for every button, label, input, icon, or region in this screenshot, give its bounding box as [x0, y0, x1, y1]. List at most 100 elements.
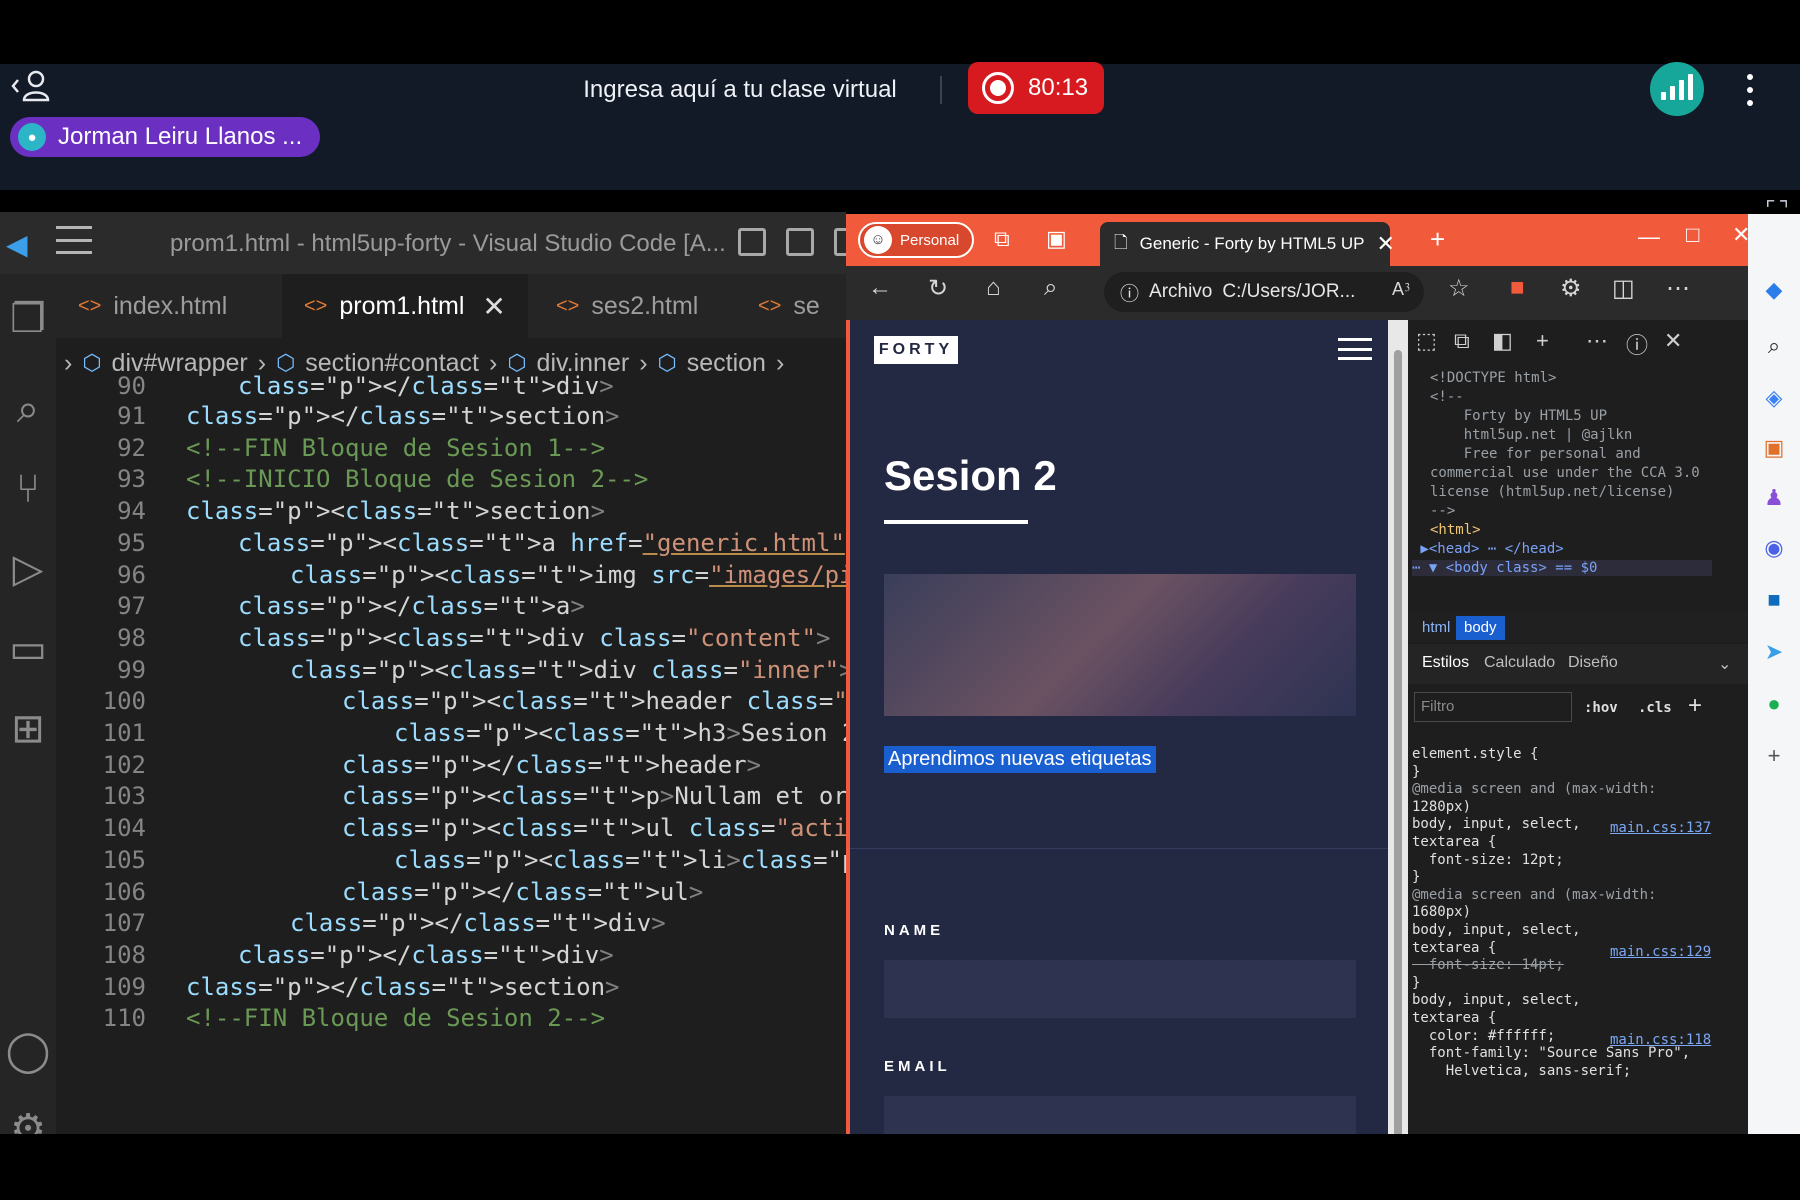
browser-tab-active[interactable]: 🗋 Generic - Forty by HTML5 UP ✕ [1100, 222, 1395, 266]
css-rule-line[interactable]: 1280px) [1412, 799, 1471, 815]
css-rule-line[interactable]: } [1412, 764, 1420, 780]
more-options-icon[interactable]: ⋯ [1666, 274, 1690, 303]
site-logo[interactable]: FORTY [874, 336, 958, 364]
class-title[interactable]: Ingresa aquí a tu clase virtual [560, 70, 920, 110]
tab-actions-icon[interactable]: ▣ [1046, 226, 1067, 252]
profile-button[interactable]: ☺ Personal [858, 222, 974, 258]
favorite-star-icon[interactable]: ☆ [1448, 274, 1470, 303]
chevron-down-icon[interactable]: ⌄ [1718, 654, 1731, 674]
tab-overflow[interactable]: <> se [736, 274, 842, 338]
account-icon[interactable]: ◯ [0, 1026, 56, 1076]
add-sidebar-icon[interactable]: + [1760, 742, 1788, 770]
read-aloud-icon[interactable]: A⁳ [1392, 278, 1410, 301]
dom-line[interactable]: Forty by HTML5 UP [1430, 408, 1607, 424]
css-rule-line[interactable]: font-size: 12pt; [1412, 852, 1564, 868]
toggle-sidebar-icon[interactable] [738, 228, 766, 256]
extension-icon[interactable]: ■ [1510, 274, 1525, 302]
dom-line[interactable]: license (html5up.net/license) [1430, 484, 1674, 500]
copilot-icon[interactable]: ◆ [1760, 276, 1788, 304]
help-icon[interactable]: ⓘ [1626, 328, 1648, 360]
search-icon[interactable]: ⌕ [0, 384, 56, 434]
games-icon[interactable]: ♟ [1760, 484, 1788, 512]
email-field[interactable] [884, 1096, 1356, 1134]
tab-calculado[interactable]: Calculado [1484, 654, 1555, 672]
add-tool-icon[interactable]: + [1536, 328, 1549, 354]
tools-icon[interactable]: ▣ [1760, 434, 1788, 462]
dom-line[interactable]: html5up.net | @ajlkn [1430, 427, 1633, 443]
send-icon[interactable]: ➤ [1760, 638, 1788, 666]
css-rule-line[interactable]: element.style { [1412, 746, 1538, 762]
menu-icon[interactable] [1338, 338, 1372, 360]
tab-prom1-html[interactable]: <> prom1.html ✕ [282, 274, 528, 338]
toggle-secondary-sidebar-icon[interactable] [834, 228, 846, 256]
device-toolbar-icon[interactable]: ⧉ [1454, 328, 1470, 354]
css-rule-line[interactable]: font-family: "Source Sans Pro", [1412, 1045, 1690, 1061]
css-rule-line[interactable]: } [1412, 869, 1420, 885]
new-rule-icon[interactable]: + [1688, 692, 1702, 720]
more-options-icon[interactable] [1740, 70, 1760, 110]
outlook-icon[interactable]: ■ [1760, 586, 1788, 614]
split-screen-icon[interactable]: ◫ [1612, 274, 1635, 303]
dom-line[interactable]: ⋯ ▼ <body class> == $0 [1412, 560, 1712, 576]
dom-line[interactable]: --> [1430, 503, 1455, 519]
tab-diseno[interactable]: Diseño [1568, 654, 1618, 672]
css-link[interactable]: main.css:129 [1610, 944, 1711, 960]
css-rule-line[interactable]: body, input, select, [1412, 992, 1581, 1008]
dom-line[interactable]: ▶<head> ⋯ </head> [1412, 541, 1563, 557]
close-tab-icon[interactable]: ✕ [482, 290, 505, 323]
close-devtools-icon[interactable]: ✕ [1664, 328, 1682, 354]
home-icon[interactable]: ⌂ [986, 274, 1001, 302]
css-rule-line[interactable]: @media screen and (max-width: [1412, 887, 1656, 903]
css-rule-line[interactable]: color: #ffffff; [1412, 1028, 1555, 1044]
remote-explorer-icon[interactable]: ▭ [0, 624, 56, 674]
source-control-icon[interactable]: ⑂ [0, 464, 56, 514]
page-scrollbar[interactable] [1388, 320, 1408, 1134]
cls-toggle[interactable]: .cls [1638, 700, 1672, 716]
more-tools-icon[interactable]: ⋯ [1586, 328, 1608, 354]
css-rule-line[interactable]: textarea { [1412, 1010, 1496, 1026]
css-rule-line[interactable]: textarea { [1412, 834, 1496, 850]
css-rule-line[interactable]: body, input, select, [1412, 922, 1581, 938]
dom-line[interactable]: <html> [1430, 522, 1481, 538]
code-editor[interactable]: 90 class="p"></class="t">div> 91 class="p">… [56, 372, 846, 1134]
css-rule-line[interactable]: Helvetica, sans-serif; [1412, 1063, 1631, 1079]
dock-icon[interactable]: ◧ [1492, 328, 1513, 354]
menu-icon[interactable] [56, 226, 92, 254]
css-rule-line[interactable]: 1680px) [1412, 904, 1471, 920]
address-bar[interactable]: ⓘ Archivo C:/Users/JOR... [1104, 272, 1424, 312]
css-link[interactable]: main.css:137 [1610, 820, 1711, 836]
refresh-icon[interactable]: ↻ [928, 274, 948, 303]
inspect-element-icon[interactable]: ⬚ [1416, 328, 1437, 354]
css-rule-line[interactable]: } [1412, 975, 1420, 991]
participants-icon[interactable] [10, 68, 54, 108]
run-debug-icon[interactable]: ▷ [0, 544, 56, 594]
workspaces-icon[interactable]: ⧉ [994, 226, 1010, 252]
scrollbar-thumb[interactable] [1394, 350, 1402, 1134]
css-rule-line[interactable]: textarea { [1412, 940, 1496, 956]
microsoft365-icon[interactable]: ◉ [1760, 534, 1788, 562]
dom-line[interactable]: commercial use under the CCA 3.0 [1430, 465, 1700, 481]
crumb-html[interactable]: html [1414, 616, 1458, 640]
back-icon[interactable]: ← [868, 274, 892, 302]
filter-input[interactable]: Filtro [1414, 692, 1572, 722]
extensions-icon[interactable]: ⊞ [0, 704, 56, 754]
crumb-body[interactable]: body [1456, 616, 1505, 640]
css-rule-line[interactable]: font-size: 14pt; [1412, 957, 1564, 973]
explorer-icon[interactable]: ❐ [0, 294, 56, 344]
toggle-panel-icon[interactable] [786, 228, 814, 256]
signal-strength-icon[interactable] [1650, 62, 1704, 116]
tab-ses2-html[interactable]: <> ses2.html [534, 274, 720, 338]
close-tab-icon[interactable]: ✕ [1377, 231, 1395, 257]
minimize-icon[interactable]: — [1638, 224, 1660, 250]
css-rule-line[interactable]: @media screen and (max-width: [1412, 781, 1656, 797]
tag-icon[interactable]: ◈ [1760, 384, 1788, 412]
name-field[interactable] [884, 960, 1356, 1018]
maximize-icon[interactable]: □ [1686, 222, 1699, 248]
recording-button[interactable]: 80:13 [968, 62, 1104, 114]
tab-index-html[interactable]: <> index.html [56, 274, 249, 338]
search-icon[interactable]: ⌕ [1760, 332, 1788, 360]
new-tab-icon[interactable]: + [1430, 224, 1445, 255]
extensions-puzzle-icon[interactable]: ⚙ [1560, 274, 1582, 303]
spotify-icon[interactable]: ● [1760, 690, 1788, 718]
settings-gear-icon[interactable]: ⚙ [0, 1104, 56, 1134]
